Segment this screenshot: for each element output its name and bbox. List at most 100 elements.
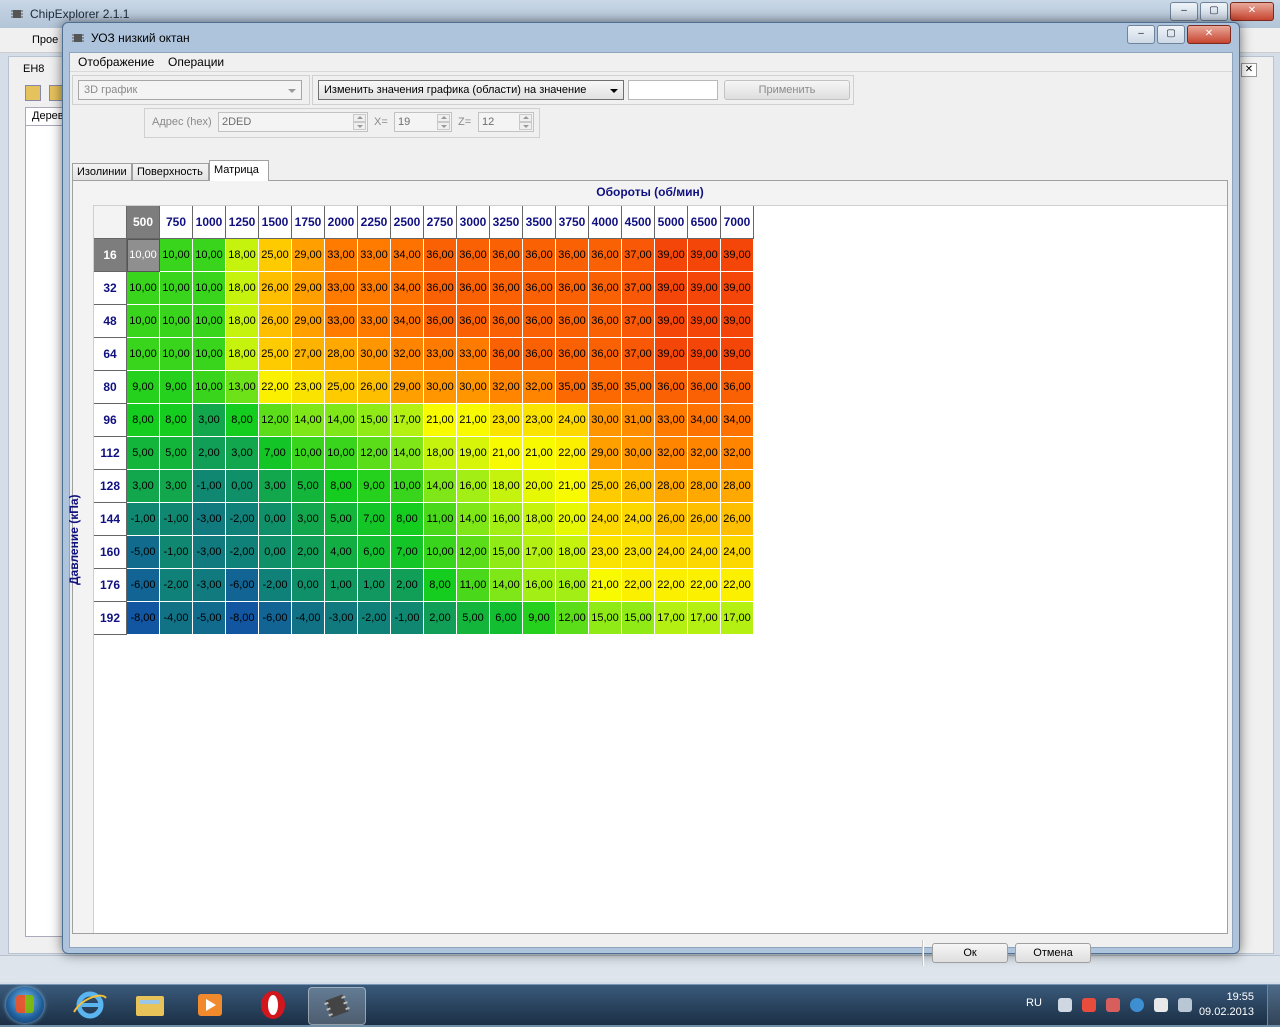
- matrix-cell[interactable]: 39,00: [721, 305, 754, 338]
- matrix-cell[interactable]: 14,00: [325, 404, 358, 437]
- matrix-cell[interactable]: 7,00: [391, 536, 424, 569]
- matrix-cell[interactable]: 24,00: [556, 404, 589, 437]
- matrix-cell[interactable]: 8,00: [325, 470, 358, 503]
- pressure-header[interactable]: 144: [94, 503, 127, 536]
- pressure-header[interactable]: 32: [94, 272, 127, 305]
- matrix-cell[interactable]: 18,00: [226, 272, 259, 305]
- spin-down-icon[interactable]: [519, 122, 532, 130]
- dialog-minimize-button[interactable]: –: [1127, 25, 1155, 44]
- matrix-cell[interactable]: 0,00: [259, 536, 292, 569]
- taskbar-chipexplorer[interactable]: [308, 987, 366, 1025]
- rpm-header[interactable]: 2750: [424, 206, 457, 239]
- matrix-cell[interactable]: 36,00: [556, 239, 589, 272]
- matrix-cell[interactable]: 5,00: [292, 470, 325, 503]
- language-indicator[interactable]: RU: [1026, 997, 1042, 1009]
- apply-button[interactable]: Применить: [724, 80, 850, 100]
- rpm-header[interactable]: 2000: [325, 206, 358, 239]
- matrix-cell[interactable]: 34,00: [391, 239, 424, 272]
- matrix-cell[interactable]: 7,00: [259, 437, 292, 470]
- matrix-cell[interactable]: 30,00: [457, 371, 490, 404]
- close-button[interactable]: ✕: [1230, 2, 1274, 21]
- matrix-cell[interactable]: 36,00: [589, 239, 622, 272]
- rpm-header[interactable]: 3500: [523, 206, 556, 239]
- matrix-cell[interactable]: 39,00: [655, 305, 688, 338]
- matrix-cell[interactable]: 26,00: [721, 503, 754, 536]
- z-field[interactable]: 12: [478, 112, 534, 132]
- matrix-cell[interactable]: 36,00: [457, 305, 490, 338]
- matrix-cell[interactable]: 18,00: [523, 503, 556, 536]
- rpm-header[interactable]: 6500: [688, 206, 721, 239]
- matrix-cell[interactable]: 37,00: [622, 239, 655, 272]
- matrix-cell[interactable]: 10,00: [127, 272, 160, 305]
- view-mode-combo[interactable]: 3D график: [78, 80, 302, 100]
- matrix-cell[interactable]: 8,00: [424, 569, 457, 602]
- matrix-cell[interactable]: 30,00: [589, 404, 622, 437]
- matrix-cell[interactable]: 20,00: [556, 503, 589, 536]
- matrix-cell[interactable]: 26,00: [259, 272, 292, 305]
- matrix-cell[interactable]: 33,00: [424, 338, 457, 371]
- volume-icon[interactable]: [1058, 998, 1072, 1012]
- matrix-cell[interactable]: 2,00: [292, 536, 325, 569]
- matrix-cell[interactable]: 0,00: [226, 470, 259, 503]
- matrix-cell[interactable]: 39,00: [688, 338, 721, 371]
- matrix-cell[interactable]: 36,00: [589, 305, 622, 338]
- matrix-cell[interactable]: 16,00: [556, 569, 589, 602]
- matrix-cell[interactable]: 16,00: [457, 470, 490, 503]
- matrix-cell[interactable]: 11,00: [457, 569, 490, 602]
- matrix-cell[interactable]: 17,00: [721, 602, 754, 635]
- matrix-cell[interactable]: -1,00: [193, 470, 226, 503]
- matrix-cell[interactable]: 33,00: [325, 239, 358, 272]
- matrix-cell[interactable]: 36,00: [490, 272, 523, 305]
- matrix-cell[interactable]: 18,00: [226, 239, 259, 272]
- rpm-header[interactable]: 7000: [721, 206, 754, 239]
- rpm-header[interactable]: 1000: [193, 206, 226, 239]
- rpm-header[interactable]: 2250: [358, 206, 391, 239]
- matrix-cell[interactable]: 32,00: [391, 338, 424, 371]
- matrix-cell[interactable]: 10,00: [292, 437, 325, 470]
- matrix-cell[interactable]: 21,00: [589, 569, 622, 602]
- matrix-cell[interactable]: 36,00: [490, 338, 523, 371]
- matrix-cell[interactable]: 30,00: [622, 437, 655, 470]
- matrix-cell[interactable]: 26,00: [655, 503, 688, 536]
- matrix-cell[interactable]: 33,00: [358, 272, 391, 305]
- matrix-cell[interactable]: 39,00: [721, 239, 754, 272]
- matrix-cell[interactable]: 36,00: [457, 272, 490, 305]
- matrix-cell[interactable]: 39,00: [655, 338, 688, 371]
- matrix-cell[interactable]: 25,00: [589, 470, 622, 503]
- clock-time[interactable]: 19:55: [1226, 991, 1254, 1003]
- matrix-cell[interactable]: -8,00: [226, 602, 259, 635]
- matrix-cell[interactable]: 36,00: [523, 305, 556, 338]
- matrix-cell[interactable]: 26,00: [622, 470, 655, 503]
- operation-combo[interactable]: Изменить значения графика (области) на з…: [318, 80, 624, 100]
- matrix-cell[interactable]: 1,00: [358, 569, 391, 602]
- matrix-cell[interactable]: 21,00: [556, 470, 589, 503]
- matrix-cell[interactable]: 25,00: [259, 338, 292, 371]
- pressure-header[interactable]: 16: [94, 239, 127, 272]
- matrix-cell[interactable]: -2,00: [160, 569, 193, 602]
- matrix-cell[interactable]: 36,00: [556, 305, 589, 338]
- rpm-header[interactable]: 1500: [259, 206, 292, 239]
- matrix-cell[interactable]: 14,00: [424, 470, 457, 503]
- matrix-cell[interactable]: 36,00: [523, 272, 556, 305]
- matrix-cell[interactable]: 2,00: [391, 569, 424, 602]
- matrix-cell[interactable]: 10,00: [193, 371, 226, 404]
- minimize-button[interactable]: –: [1170, 2, 1198, 21]
- matrix-cell[interactable]: 2,00: [193, 437, 226, 470]
- spin-down-icon[interactable]: [353, 122, 366, 130]
- monitor-icon[interactable]: [1178, 998, 1192, 1012]
- matrix-cell[interactable]: 20,00: [523, 470, 556, 503]
- matrix-cell[interactable]: 25,00: [325, 371, 358, 404]
- show-desktop-button[interactable]: [1267, 985, 1280, 1025]
- matrix-cell[interactable]: 14,00: [490, 569, 523, 602]
- matrix-cell[interactable]: 2,00: [424, 602, 457, 635]
- matrix-cell[interactable]: 34,00: [391, 272, 424, 305]
- matrix-cell[interactable]: 33,00: [325, 272, 358, 305]
- matrix-cell[interactable]: 14,00: [391, 437, 424, 470]
- rpm-header[interactable]: 750: [160, 206, 193, 239]
- maximize-button[interactable]: ▢: [1200, 2, 1228, 21]
- clock-date[interactable]: 09.02.2013: [1199, 1006, 1254, 1018]
- matrix-cell[interactable]: -2,00: [226, 536, 259, 569]
- menu-project[interactable]: Прое: [32, 34, 58, 46]
- matrix-cell[interactable]: -3,00: [193, 536, 226, 569]
- matrix-cell[interactable]: 14,00: [292, 404, 325, 437]
